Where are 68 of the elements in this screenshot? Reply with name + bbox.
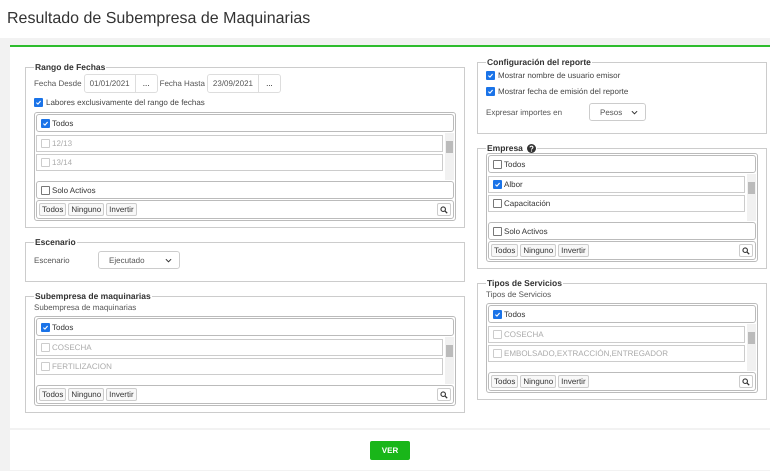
- field-label: Escenario: [34, 256, 71, 264]
- date-picker-button[interactable]: ...: [136, 74, 158, 93]
- list-item[interactable]: Capacitación: [488, 195, 745, 212]
- select-button[interactable]: Ninguno: [68, 203, 104, 216]
- field-label: Fecha Desde: [34, 79, 82, 88]
- search-icon: [440, 206, 448, 214]
- checkbox[interactable]: [493, 180, 502, 189]
- select-button[interactable]: Todos: [39, 388, 66, 401]
- checkbox[interactable]: [34, 98, 43, 107]
- field-label: Expresar importes en: [486, 108, 564, 116]
- checkbox-label: Mostrar nombre de usuario emisor: [498, 71, 620, 80]
- field-label: Tipos de Servicios: [486, 290, 552, 299]
- filter-row[interactable]: Solo Activos: [488, 222, 756, 240]
- select-button[interactable]: Ninguno: [520, 244, 556, 257]
- select-button[interactable]: Invertir: [106, 388, 137, 401]
- checkbox[interactable]: [493, 226, 502, 236]
- checkbox[interactable]: [41, 322, 50, 332]
- filter-row[interactable]: Solo Activos: [36, 181, 454, 199]
- select-button[interactable]: Todos: [491, 244, 518, 257]
- select-button[interactable]: Ninguno: [520, 375, 556, 388]
- scrollbar[interactable]: [445, 133, 454, 180]
- checkbox[interactable]: [493, 160, 502, 168]
- checkbox[interactable]: [41, 186, 50, 194]
- search-button[interactable]: [437, 203, 451, 216]
- select-button[interactable]: Invertir: [106, 203, 137, 216]
- search-icon: [440, 390, 448, 398]
- search-button[interactable]: [739, 244, 753, 257]
- scenario-dropdown[interactable]: Ejecutado: [98, 251, 180, 269]
- scrollbar[interactable]: [445, 337, 454, 384]
- select-button[interactable]: Invertir: [558, 375, 589, 388]
- checkbox[interactable]: [486, 87, 495, 96]
- section-title: Subempresa de maquinarias: [34, 291, 152, 301]
- select-button[interactable]: Invertir: [558, 244, 589, 257]
- caret-icon: [165, 258, 172, 262]
- caret-icon: [631, 110, 638, 114]
- section-title: Tipos de Servicios: [486, 278, 563, 288]
- checkbox[interactable]: [493, 199, 502, 208]
- currency-dropdown[interactable]: Pesos: [589, 103, 646, 121]
- section-title: Configuración del reporte: [486, 57, 592, 67]
- checkbox-label: Labores exclusivamente del rango de fechas: [46, 98, 205, 107]
- list-item[interactable]: Albor: [488, 176, 745, 193]
- date-picker-button[interactable]: ...: [258, 74, 281, 93]
- checkbox-label: Mostrar fecha de emisión del reporte: [498, 87, 628, 96]
- scrollbar[interactable]: [747, 174, 756, 221]
- section-title: Escenario: [34, 237, 77, 247]
- checkbox[interactable]: [486, 71, 495, 80]
- section-title: Rango de Fechas: [34, 62, 106, 72]
- checkbox[interactable]: [493, 310, 502, 318]
- section-title: Empresa: [486, 143, 537, 153]
- select-all-row[interactable]: Todos: [36, 318, 454, 336]
- search-button[interactable]: [437, 388, 451, 401]
- select-button[interactable]: Todos: [491, 375, 518, 388]
- search-icon: [742, 378, 750, 386]
- field-label: Fecha Hasta: [160, 79, 205, 88]
- date-field[interactable]: 23/09/2021: [206, 74, 259, 93]
- field-label: Subempresa de maquinarias: [34, 303, 138, 312]
- scrollbar[interactable]: [747, 324, 756, 371]
- select-all-row[interactable]: Todos: [488, 155, 756, 173]
- search-button[interactable]: [739, 375, 753, 388]
- select-button[interactable]: Todos: [39, 203, 66, 216]
- date-field[interactable]: 01/01/2021: [84, 74, 136, 93]
- select-all-row[interactable]: Todos: [488, 305, 756, 323]
- select-button[interactable]: Ninguno: [68, 388, 104, 401]
- select-all-row[interactable]: Todos: [36, 114, 454, 132]
- checkbox[interactable]: [41, 118, 50, 128]
- search-icon: [742, 246, 750, 254]
- page-title: Resultado de Subempresa de Maquinarias: [7, 10, 310, 28]
- help-icon: [526, 144, 536, 152]
